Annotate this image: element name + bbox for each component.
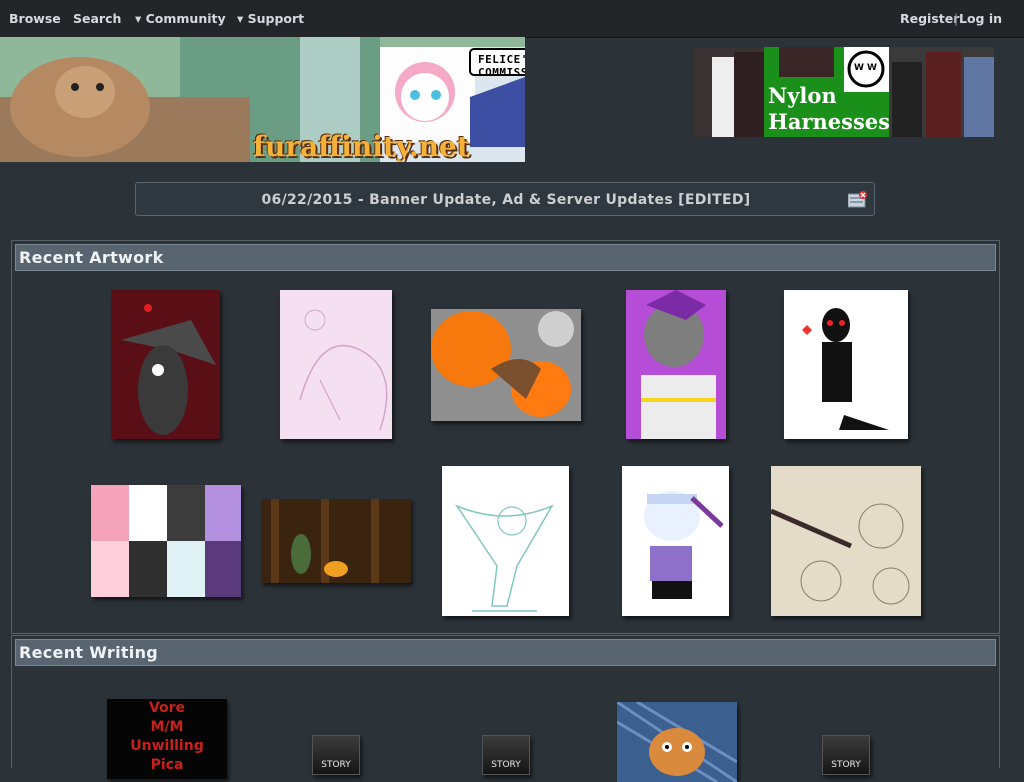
announcement-text[interactable]: 06/22/2015 - Banner Update, Ad & Server … <box>136 192 876 208</box>
top-navigation-bar: Browse Search ▾ Community ▾ Support Regi… <box>0 0 1024 38</box>
artwork-thumbnail[interactable] <box>280 290 392 439</box>
writing-thumbnail[interactable] <box>617 702 737 782</box>
story-thumbnail[interactable]: STORY <box>822 735 870 775</box>
artwork-thumbnail[interactable] <box>771 466 921 616</box>
writing-thumbnail-line: Unwilling <box>130 738 204 754</box>
story-label: STORY <box>831 760 861 770</box>
nav-search-link[interactable]: Search <box>73 11 121 26</box>
recent-artwork-header: Recent Artwork <box>15 244 996 271</box>
site-banner[interactable]: FELICE'S COMMISSIONS! furaffinity.net <box>0 37 525 162</box>
recent-artwork-section: Recent Artwork <box>11 240 1000 634</box>
banner-site-name: furaffinity.net <box>253 130 470 162</box>
artwork-thumbnail[interactable] <box>622 466 729 616</box>
banner-speech-bubble: FELICE'S COMMISSIONS! <box>478 53 525 79</box>
story-label: STORY <box>321 760 351 770</box>
recent-artwork-title: Recent Artwork <box>19 248 164 267</box>
nav-support-menu[interactable]: ▾ Support <box>237 11 304 26</box>
artwork-thumbnail[interactable] <box>261 499 411 583</box>
artwork-thumbnail[interactable] <box>91 485 241 597</box>
register-link[interactable]: Register <box>900 11 959 26</box>
nav-community-menu[interactable]: ▾ Community <box>135 11 226 26</box>
story-thumbnail[interactable]: STORY <box>312 735 360 775</box>
story-label: STORY <box>491 760 521 770</box>
artwork-thumbnail[interactable] <box>111 290 220 439</box>
site-announcement[interactable]: 06/22/2015 - Banner Update, Ad & Server … <box>135 182 875 216</box>
ad-text-line1: Nylon <box>768 83 837 108</box>
advertisement-banner[interactable]: W W Nylon Harnesses <box>694 47 994 137</box>
writing-thumbnail-line: Vore <box>148 700 186 716</box>
writing-thumbnail-line: Pica <box>150 757 184 773</box>
nav-separator: | <box>954 11 959 26</box>
artwork-thumbnail[interactable] <box>784 290 908 439</box>
writing-thumbnail[interactable]: Vore M/M Unwilling Pica <box>107 699 227 779</box>
artwork-thumbnail[interactable] <box>626 290 726 439</box>
writing-thumbnail-line: M/M <box>150 719 184 735</box>
login-link[interactable]: Log in <box>959 11 1002 26</box>
artwork-thumbnail[interactable] <box>431 309 581 421</box>
artwork-thumbnail[interactable] <box>442 466 569 616</box>
ad-logo-letters: W W <box>854 63 877 73</box>
ad-text-line2: Harnesses <box>768 109 890 134</box>
story-thumbnail[interactable]: STORY <box>482 735 530 775</box>
recent-writing-header: Recent Writing <box>15 639 996 666</box>
recent-writing-section: Recent Writing Vore M/M Unwilling Pica S… <box>11 635 1000 782</box>
nav-browse-link[interactable]: Browse <box>9 11 61 26</box>
recent-writing-title: Recent Writing <box>19 643 159 662</box>
close-ad-icon[interactable] <box>848 191 868 208</box>
